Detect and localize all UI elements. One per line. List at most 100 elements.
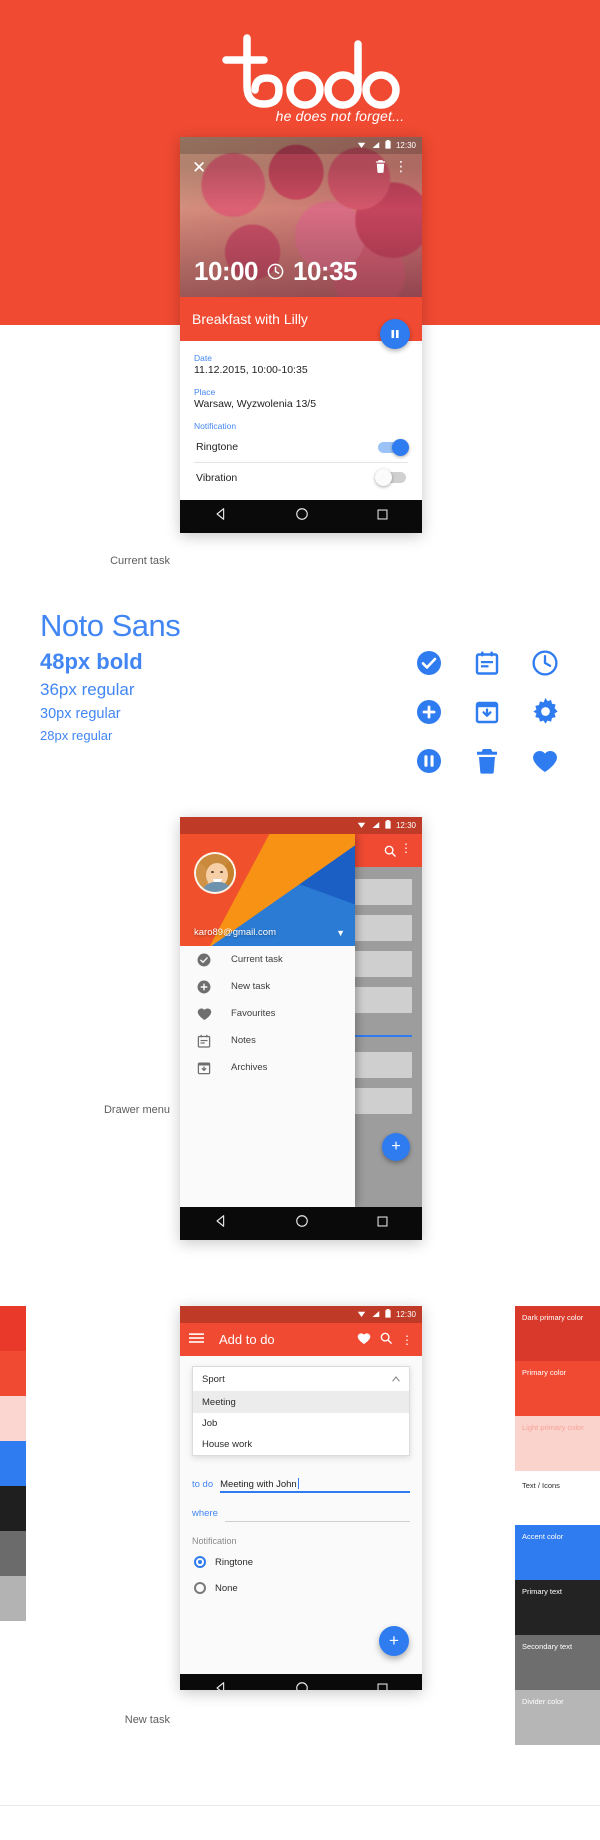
switch-row-ringtone[interactable]: Ringtone [194,432,409,462]
field-todo[interactable]: to do Meeting with John [192,1478,410,1493]
drawer-item-new-task[interactable]: New task [180,973,355,1000]
swatch-light-primary [0,1396,26,1441]
swatch-accent [0,1441,26,1486]
home-circle-icon[interactable] [295,507,309,526]
signal-icon [371,1310,380,1320]
gear-icon [532,698,559,725]
where-input[interactable] [224,1508,410,1522]
phone2-caption: Drawer menu [103,1104,170,1116]
todo-logo-icon [222,34,400,109]
avatar[interactable] [194,852,236,894]
todo-input-value: Meeting with John [220,1479,297,1490]
signal-icon [371,821,380,831]
category-selected-row[interactable]: Sport [193,1367,409,1392]
ringtone-toggle[interactable] [378,438,409,456]
detail-label-place: Place [194,387,216,397]
tagline: he does not forget... [275,108,405,124]
phone3-caption: New task [124,1714,170,1726]
category-option-house-work[interactable]: House work [193,1434,409,1455]
category-option-job[interactable]: Job [193,1413,409,1434]
detail-label-notification: Notification [194,421,237,431]
recents-square-icon[interactable] [376,1682,389,1690]
status-bar: 12:30 [180,817,422,834]
swatch-accent: Accent color [515,1525,600,1580]
type-size-36: 36px regular [40,679,135,699]
drawer-item-notes[interactable]: Notes [180,1027,355,1054]
wifi-icon [357,141,366,151]
vibration-toggle[interactable] [375,469,406,486]
radio-ringtone[interactable] [194,1556,206,1568]
swatch-secondary-text: Secondary text [515,1635,600,1690]
recents-square-icon[interactable] [376,1215,389,1233]
new-task-form: Sport Meeting Job House work to do Meeti… [180,1356,422,1674]
task-time-range: 10:00 10:35 [194,256,412,287]
home-circle-icon[interactable] [295,1214,309,1233]
back-triangle-icon[interactable] [214,1214,228,1233]
swatch-label: Light primary color [522,1423,584,1432]
more-vertical-icon[interactable]: ⋮ [400,841,412,855]
icon-set [400,638,574,785]
close-icon[interactable]: ✕ [192,159,206,176]
radio-none[interactable] [194,1582,206,1594]
swatch-label: Text / Icons [522,1481,560,1490]
todo-input[interactable]: Meeting with John [220,1478,410,1493]
recents-square-icon[interactable] [376,508,389,526]
radio-row-none[interactable]: None [194,1582,238,1594]
radio-row-ringtone[interactable]: Ringtone [194,1556,253,1568]
drawer-item-favourites[interactable]: Favourites [180,1000,355,1027]
drawer-item-label: Current task [231,954,283,965]
more-vertical-icon[interactable]: ⋮ [394,159,408,173]
caret-up-icon[interactable] [392,1374,400,1385]
task-details: Date 11.12.2015, 10:00-10:35 Place Warsa… [180,341,422,431]
back-triangle-icon[interactable] [214,1681,228,1690]
more-vertical-icon[interactable]: ⋮ [401,1333,413,1347]
drawer-item-label: New task [231,981,271,992]
clock-icon [267,263,284,280]
drawer-item-current-task[interactable]: Current task [180,946,355,973]
task-photo: 12:30 ✕ ⋮ 10:00 10:35 [180,137,422,297]
switch-row-vibration[interactable]: Vibration [194,462,408,492]
hamburger-icon[interactable] [189,1332,204,1347]
category-dropdown[interactable]: Sport Meeting Job House work [192,1366,410,1456]
status-time: 12:30 [395,1310,416,1319]
swatch-dark-primary [0,1306,26,1351]
plus-icon[interactable]: + [382,1133,410,1161]
trash-icon[interactable] [375,160,386,178]
swatch-primary-text: Primary text [515,1580,600,1635]
check-circle-icon [197,953,231,967]
phone1-caption: Current task [110,555,170,567]
battery-icon [385,140,391,151]
drawer-item-label: Favourites [231,1008,276,1019]
swatch-light-primary: Light primary color [515,1416,600,1471]
detail-value-date: 11.12.2015, 10:00-10:35 [194,364,308,376]
trash-icon [475,748,499,774]
status-bar: 12:30 [180,1306,422,1323]
check-circle-icon [416,650,442,676]
status-time: 12:30 [395,821,416,830]
category-option-meeting[interactable]: Meeting [193,1392,409,1413]
field-where[interactable]: where [192,1508,410,1522]
plus-circle-icon [416,699,442,725]
switch-label-ringtone: Ringtone [196,441,239,453]
archive-download-icon [474,699,500,725]
swatch-label: Dark primary color [522,1313,584,1322]
drawer-item-archives[interactable]: Archives [180,1054,355,1081]
task-title: Breakfast with Lilly [192,311,308,327]
search-icon[interactable] [380,1332,392,1347]
swatch-label: Secondary text [522,1642,573,1651]
swatch-primary-text [0,1486,26,1531]
palette-gap [515,1501,600,1525]
phone-current-task: 12:30 ✕ ⋮ 10:00 10:35 Breakfast with Lil… [180,137,422,533]
category-option-label: Meeting [202,1397,236,1408]
search-icon[interactable] [384,844,396,862]
text-caret [297,1478,299,1489]
plus-icon[interactable]: + [379,1626,409,1656]
pause-circle-icon [416,748,442,774]
back-triangle-icon[interactable] [214,507,228,526]
calendar-icon [197,1034,231,1048]
detail-label-date: Date [194,353,212,363]
pause-icon[interactable] [380,319,410,349]
heart-icon[interactable] [357,1332,371,1348]
home-circle-icon[interactable] [295,1681,309,1690]
caret-down-icon[interactable]: ▼ [336,928,345,938]
